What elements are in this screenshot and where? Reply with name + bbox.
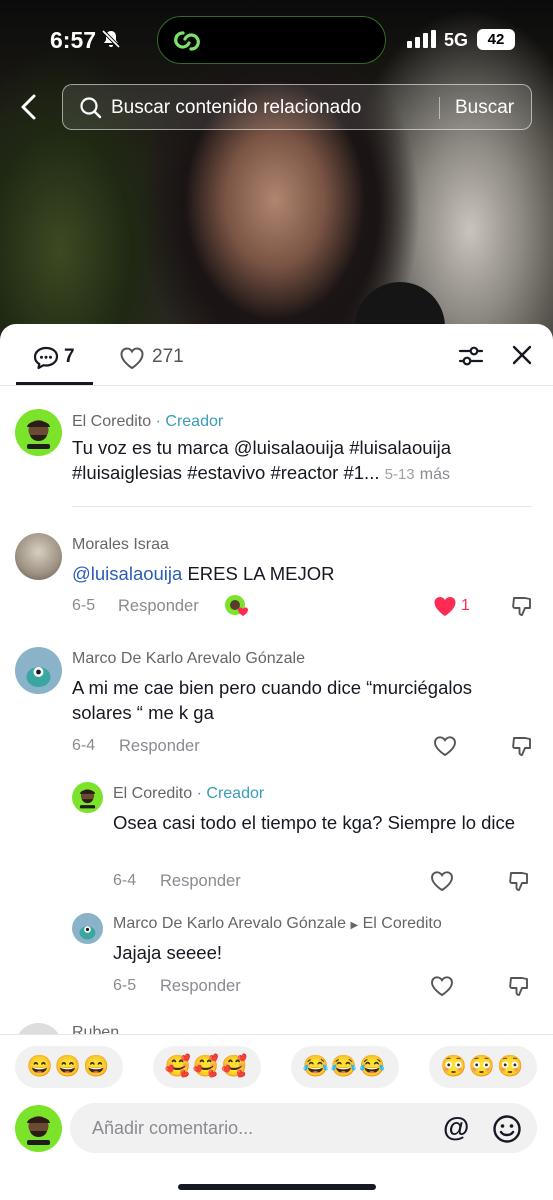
close-icon[interactable] bbox=[511, 344, 533, 366]
creator-badge: · Creador bbox=[196, 785, 265, 802]
status-time: 6:57 bbox=[50, 27, 97, 53]
status-bar: 6:57 5G 42 bbox=[0, 0, 553, 80]
comment-username[interactable]: Marco De Karlo Arevalo Gónzale ▶ El Core… bbox=[113, 915, 442, 933]
more-link[interactable]: más bbox=[420, 466, 450, 483]
battery-indicator: 42 bbox=[477, 29, 515, 50]
link-icon bbox=[174, 31, 200, 51]
likes-count: 271 bbox=[152, 346, 184, 367]
back-arrow-icon[interactable] bbox=[14, 90, 46, 124]
quick-emoji-love[interactable]: 🥰🥰🥰 bbox=[153, 1046, 261, 1088]
network-type: 5G bbox=[444, 30, 469, 50]
search-input[interactable]: Buscar contenido relacionado bbox=[111, 97, 361, 119]
comment-bubble-icon bbox=[33, 346, 59, 370]
mention-link[interactable]: @luisalaouija bbox=[72, 563, 182, 584]
avatar[interactable] bbox=[15, 533, 62, 580]
signal-icon bbox=[407, 30, 436, 48]
comment-text: Osea casi todo el tiempo te kga? Siempre… bbox=[113, 812, 516, 833]
heart-outline-icon bbox=[120, 347, 144, 370]
comment-username[interactable]: El Coredito · Creador bbox=[72, 413, 223, 431]
search-divider bbox=[439, 97, 440, 119]
avatar[interactable] bbox=[15, 647, 62, 694]
search-icon bbox=[80, 97, 102, 119]
search-bar[interactable]: Buscar contenido relacionado Buscar bbox=[62, 84, 532, 130]
search-button[interactable]: Buscar bbox=[455, 97, 514, 119]
comment-input[interactable]: Añadir comentario... bbox=[92, 1118, 253, 1139]
comments-tabs: 7 271 bbox=[0, 324, 553, 386]
avatar[interactable] bbox=[15, 409, 62, 456]
divider bbox=[72, 506, 532, 507]
comment-date: 6-5 bbox=[113, 977, 137, 994]
dynamic-island[interactable] bbox=[157, 16, 386, 64]
creator-liked-avatar-icon bbox=[225, 595, 248, 616]
comment-username[interactable]: Morales Israa bbox=[72, 536, 169, 554]
dislike-icon[interactable] bbox=[507, 869, 531, 893]
comment-text: Jajaja seeee! bbox=[113, 942, 223, 963]
comment-date: 6-4 bbox=[72, 737, 96, 754]
heart-filled-icon[interactable] bbox=[433, 595, 457, 617]
comment-username[interactable]: Ruben bbox=[72, 1024, 119, 1034]
home-indicator[interactable] bbox=[178, 1184, 376, 1190]
heart-outline-icon[interactable] bbox=[433, 735, 457, 757]
heart-outline-icon[interactable] bbox=[430, 975, 454, 997]
comment-username[interactable]: Marco De Karlo Arevalo Gónzale bbox=[72, 650, 305, 668]
avatar[interactable] bbox=[72, 782, 103, 813]
quick-emoji-grin[interactable]: 😄😄😄 bbox=[15, 1046, 123, 1088]
comment-text: A mi me cae bien pero cuando dice “murci… bbox=[72, 677, 473, 723]
filter-sliders-icon[interactable] bbox=[458, 344, 484, 368]
dislike-icon[interactable] bbox=[510, 734, 534, 758]
active-tab-indicator bbox=[16, 382, 93, 385]
comment-date: 5-13 bbox=[384, 466, 415, 483]
comment-text: Tu voz es tu marca @luisalaouija #luisal… bbox=[72, 437, 452, 483]
reply-button[interactable]: Responder bbox=[160, 977, 241, 996]
comment-username[interactable]: El Coredito · Creador bbox=[113, 785, 264, 803]
dislike-icon[interactable] bbox=[507, 974, 531, 998]
comment-text: @luisalaouija ERES LA MEJOR bbox=[72, 563, 335, 584]
creator-avatar-icon bbox=[27, 420, 50, 449]
creator-avatar-icon bbox=[27, 1116, 50, 1145]
mention-button[interactable]: @ bbox=[443, 1112, 469, 1143]
reply-arrow-icon: ▶ bbox=[350, 920, 359, 931]
muted-bell-icon bbox=[101, 29, 121, 49]
reply-button[interactable]: Responder bbox=[119, 737, 200, 756]
quick-emoji-flushed[interactable]: 😳😳😳 bbox=[429, 1046, 537, 1088]
comment-composer[interactable]: Añadir comentario... @ bbox=[70, 1103, 537, 1153]
avatar[interactable] bbox=[72, 913, 103, 944]
like-count: 1 bbox=[461, 597, 470, 614]
comment-date: 6-4 bbox=[113, 872, 137, 889]
default-avatar-icon bbox=[79, 926, 96, 940]
heart-outline-icon[interactable] bbox=[430, 870, 454, 892]
comment-date: 6-5 bbox=[72, 597, 96, 614]
reply-button[interactable]: Responder bbox=[118, 597, 199, 616]
default-avatar-icon bbox=[26, 667, 51, 687]
quick-emoji-laugh[interactable]: 😂😂😂 bbox=[291, 1046, 399, 1088]
reply-target[interactable]: El Coredito bbox=[363, 915, 442, 932]
partial-comment: Ruben bbox=[0, 1018, 553, 1034]
reply-button[interactable]: Responder bbox=[160, 872, 241, 891]
dislike-icon[interactable] bbox=[510, 594, 534, 618]
creator-avatar-icon bbox=[79, 789, 96, 809]
comments-count: 7 bbox=[64, 346, 75, 367]
composer-divider bbox=[0, 1034, 553, 1035]
creator-badge: · Creador bbox=[155, 413, 224, 430]
emoji-smiley-icon[interactable] bbox=[492, 1114, 522, 1144]
avatar[interactable] bbox=[15, 1023, 62, 1034]
user-avatar[interactable] bbox=[15, 1105, 62, 1152]
